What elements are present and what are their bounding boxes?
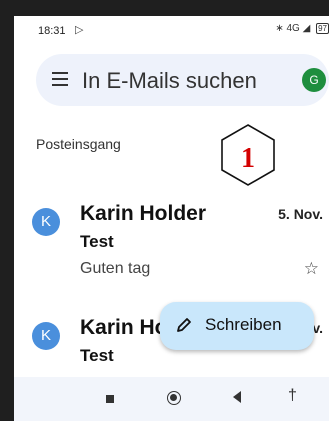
mail-snippet: Guten tag bbox=[80, 260, 151, 277]
status-icons: ∗ 4G ◢ 97 bbox=[275, 23, 329, 34]
folder-label: Posteinsgang bbox=[36, 136, 121, 152]
status-time: 18:31 bbox=[38, 25, 66, 37]
star-icon[interactable]: ☆ bbox=[304, 259, 319, 279]
avatar[interactable]: K bbox=[32, 208, 60, 236]
play-icon: ▷ bbox=[75, 24, 84, 36]
accessibility-icon[interactable]: † bbox=[288, 387, 297, 405]
network-label: 4G bbox=[286, 23, 300, 34]
recents-icon[interactable] bbox=[106, 395, 114, 403]
signal-icon: ◢ bbox=[302, 23, 311, 34]
menu-icon[interactable] bbox=[52, 72, 68, 86]
compose-button[interactable]: Schreiben bbox=[160, 302, 314, 350]
list-item[interactable]: K Karin Holder 5. Nov. Test Guten tag ☆ bbox=[14, 202, 329, 304]
avatar[interactable]: K bbox=[32, 322, 60, 350]
mail-subject: Test bbox=[80, 346, 114, 365]
annotation-number: 1 bbox=[241, 143, 255, 174]
search-bar[interactable]: In E-Mails suchen G bbox=[36, 54, 329, 106]
search-input[interactable]: In E-Mails suchen bbox=[82, 68, 257, 94]
phone-screen: 18:31 ▷ ∗ 4G ◢ 97 In E-Mails suchen G Po… bbox=[14, 16, 329, 421]
system-nav-bar: † bbox=[14, 377, 329, 421]
battery-icon: 97 bbox=[316, 23, 329, 34]
mail-sender: Karin Holder bbox=[80, 202, 207, 225]
mail-date: 5. Nov. bbox=[278, 206, 323, 222]
pencil-icon bbox=[174, 315, 194, 340]
back-icon[interactable] bbox=[233, 391, 241, 403]
annotation-hexagon: 1 bbox=[216, 123, 280, 192]
home-icon[interactable] bbox=[167, 391, 181, 405]
account-avatar[interactable]: G bbox=[302, 68, 326, 92]
mail-subject: Test bbox=[80, 232, 114, 251]
compose-label: Schreiben bbox=[205, 315, 282, 334]
bluetooth-icon: ∗ bbox=[275, 23, 284, 34]
status-bar: 18:31 ▷ ∗ 4G ◢ 97 bbox=[14, 16, 329, 42]
